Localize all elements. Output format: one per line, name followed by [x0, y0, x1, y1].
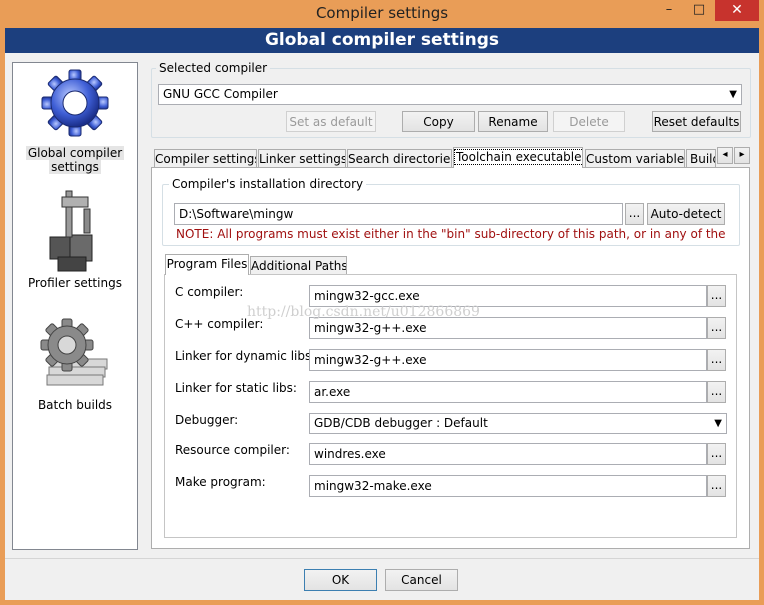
- c-compiler-browse-button[interactable]: ...: [707, 285, 726, 307]
- resource-compiler-input[interactable]: windres.exe: [309, 443, 707, 465]
- tab-compiler-settings[interactable]: Compiler settings: [154, 149, 257, 168]
- tab-search-directories[interactable]: Search directories: [347, 149, 452, 168]
- nav-label: Profiler settings: [28, 276, 122, 290]
- minimize-icon[interactable]: –: [656, 0, 682, 21]
- chevron-down-icon: ▼: [729, 89, 737, 100]
- cpp-compiler-browse-button[interactable]: ...: [707, 317, 726, 339]
- tab-scroll-right-icon[interactable]: ▸: [734, 147, 750, 164]
- debugger-select[interactable]: GDB/CDB debugger : Default ▼: [309, 413, 727, 434]
- tab-scroll-left-icon[interactable]: ◂: [717, 147, 733, 164]
- nav-label-line-2: settings: [49, 160, 101, 174]
- title-bar: Compiler settings – □ ✕: [0, 0, 764, 27]
- maximize-icon[interactable]: □: [686, 0, 712, 21]
- install-dir-note: NOTE: All programs must exist either in …: [176, 227, 726, 241]
- gear-icon: [41, 69, 109, 137]
- cancel-button[interactable]: Cancel: [385, 569, 458, 591]
- banner-title: Global compiler settings: [5, 28, 759, 53]
- watermark: http://blog.csdn.net/u012866869: [247, 304, 480, 320]
- install-dir-input[interactable]: D:\Software\mingw: [174, 203, 623, 225]
- subtab-additional-paths[interactable]: Additional Paths: [250, 256, 347, 275]
- make-program-label: Make program:: [175, 475, 266, 489]
- category-list[interactable]: Global compiler settings Profiler settin…: [12, 62, 138, 550]
- tab-toolchain-executables[interactable]: Toolchain executables: [453, 147, 583, 168]
- tab-linker-settings[interactable]: Linker settings: [258, 149, 346, 168]
- dynamic-linker-input[interactable]: mingw32-g++.exe: [309, 349, 707, 371]
- dialog-client: Global compiler settings Global compiler…: [5, 28, 759, 600]
- tab-custom-variables[interactable]: Custom variables: [585, 149, 685, 168]
- make-program-input[interactable]: mingw32-make.exe: [309, 475, 707, 497]
- install-dir-browse-button[interactable]: ...: [625, 203, 644, 225]
- static-linker-browse-button[interactable]: ...: [707, 381, 726, 403]
- nav-label: Batch builds: [37, 398, 113, 412]
- static-linker-input[interactable]: ar.exe: [309, 381, 707, 403]
- compiler-select-value: GNU GCC Compiler: [163, 87, 278, 101]
- debugger-label: Debugger:: [175, 413, 239, 427]
- batch-builds-icon: [40, 318, 108, 386]
- nav-item-profiler-settings[interactable]: Profiler settings: [13, 187, 137, 290]
- tab-build[interactable]: Build: [686, 149, 716, 168]
- auto-detect-button[interactable]: Auto-detect: [647, 203, 725, 225]
- subtab-program-files[interactable]: Program Files: [165, 254, 249, 275]
- cpp-compiler-input[interactable]: mingw32-g++.exe: [309, 317, 707, 339]
- static-linker-label: Linker for static libs:: [175, 381, 297, 395]
- resource-compiler-label: Resource compiler:: [175, 443, 290, 457]
- reset-defaults-button[interactable]: Reset defaults: [652, 111, 741, 132]
- window-title: Compiler settings: [315, 4, 449, 22]
- nav-item-batch-builds[interactable]: Batch builds: [13, 315, 137, 412]
- selected-compiler-label: Selected compiler: [156, 61, 271, 75]
- ok-button[interactable]: OK: [304, 569, 377, 591]
- copy-button[interactable]: Copy: [402, 111, 475, 132]
- nav-label-line-1: Global compiler: [25, 146, 125, 160]
- profiler-icon: [49, 190, 93, 272]
- install-dir-label: Compiler's installation directory: [169, 177, 367, 191]
- dynamic-linker-browse-button[interactable]: ...: [707, 349, 726, 371]
- compiler-select[interactable]: GNU GCC Compiler ▼: [158, 84, 742, 105]
- make-program-browse-button[interactable]: ...: [707, 475, 726, 497]
- nav-item-global-compiler-settings[interactable]: Global compiler settings: [13, 65, 137, 174]
- delete-button[interactable]: Delete: [553, 111, 625, 132]
- rename-button[interactable]: Rename: [478, 111, 548, 132]
- c-compiler-label: C compiler:: [175, 285, 244, 299]
- resource-compiler-browse-button[interactable]: ...: [707, 443, 726, 465]
- compiler-settings-window: Compiler settings – □ ✕ Global compiler …: [0, 0, 764, 605]
- tab-label: Toolchain executables: [454, 149, 582, 165]
- close-icon[interactable]: ✕: [715, 0, 759, 21]
- debugger-select-value: GDB/CDB debugger : Default: [314, 416, 488, 430]
- set-as-default-button[interactable]: Set as default: [286, 111, 376, 132]
- footer-divider: [5, 558, 759, 559]
- chevron-down-icon: ▼: [714, 418, 722, 429]
- dynamic-linker-label: Linker for dynamic libs:: [175, 349, 316, 363]
